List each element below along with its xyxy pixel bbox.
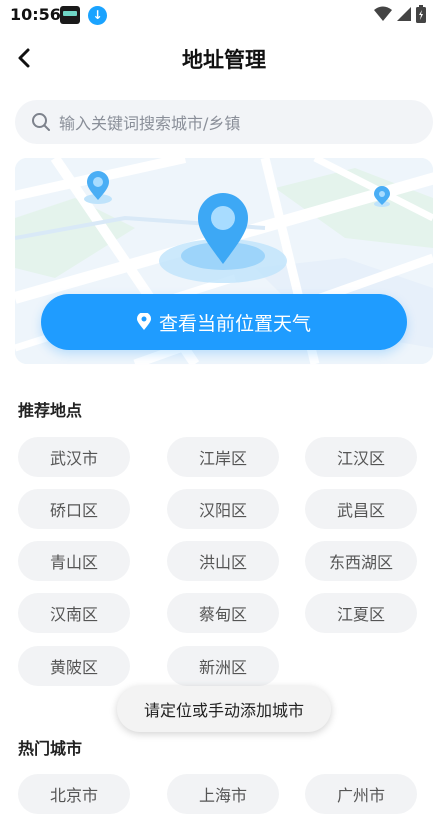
search-placeholder: 输入关键词搜索城市/乡镇 bbox=[59, 114, 241, 133]
chip-recommended[interactable]: 蔡甸区 bbox=[167, 593, 279, 633]
chip-recommended[interactable]: 汉南区 bbox=[18, 593, 130, 633]
hot-cities-section-title: 热门城市 bbox=[18, 739, 83, 758]
chip-recommended[interactable]: 武汉市 bbox=[18, 437, 130, 477]
chip-recommended[interactable]: 硚口区 bbox=[18, 489, 130, 529]
chip-recommended[interactable]: 黄陂区 bbox=[18, 646, 130, 686]
download-icon: ↓ bbox=[88, 6, 107, 25]
chip-recommended[interactable]: 江汉区 bbox=[305, 437, 417, 477]
locate-button-label: 查看当前位置天气 bbox=[158, 312, 311, 335]
chip-hot-city[interactable]: 北京市 bbox=[18, 774, 130, 814]
chip-recommended[interactable]: 江夏区 bbox=[305, 593, 417, 633]
search-icon bbox=[32, 113, 50, 131]
toast-message: 请定位或手动添加城市 bbox=[117, 686, 331, 732]
chip-recommended[interactable]: 新洲区 bbox=[167, 646, 279, 686]
search-input[interactable]: 输入关键词搜索城市/乡镇 bbox=[15, 100, 433, 144]
location-pin-icon bbox=[136, 313, 151, 330]
chip-hot-city[interactable]: 上海市 bbox=[167, 774, 279, 814]
chip-recommended[interactable]: 江岸区 bbox=[167, 437, 279, 477]
page-title: 地址管理 bbox=[182, 48, 266, 72]
wifi-icon bbox=[374, 6, 392, 21]
chip-recommended[interactable]: 青山区 bbox=[18, 541, 130, 581]
chip-recommended[interactable]: 汉阳区 bbox=[167, 489, 279, 529]
battery-icon bbox=[416, 5, 426, 23]
status-time: 10:56 bbox=[10, 5, 61, 24]
chip-recommended[interactable]: 洪山区 bbox=[167, 541, 279, 581]
chip-recommended[interactable]: 东西湖区 bbox=[305, 541, 417, 581]
status-bar: 10:56 ↓ bbox=[0, 0, 448, 30]
chip-recommended[interactable]: 武昌区 bbox=[305, 489, 417, 529]
signal-icon bbox=[397, 7, 411, 21]
recommended-section-title: 推荐地点 bbox=[18, 401, 83, 420]
notification-app-icon bbox=[60, 6, 80, 24]
header: 地址管理 bbox=[0, 34, 448, 82]
locate-current-weather-button[interactable]: 查看当前位置天气 bbox=[41, 294, 407, 350]
chip-hot-city[interactable]: 广州市 bbox=[305, 774, 417, 814]
